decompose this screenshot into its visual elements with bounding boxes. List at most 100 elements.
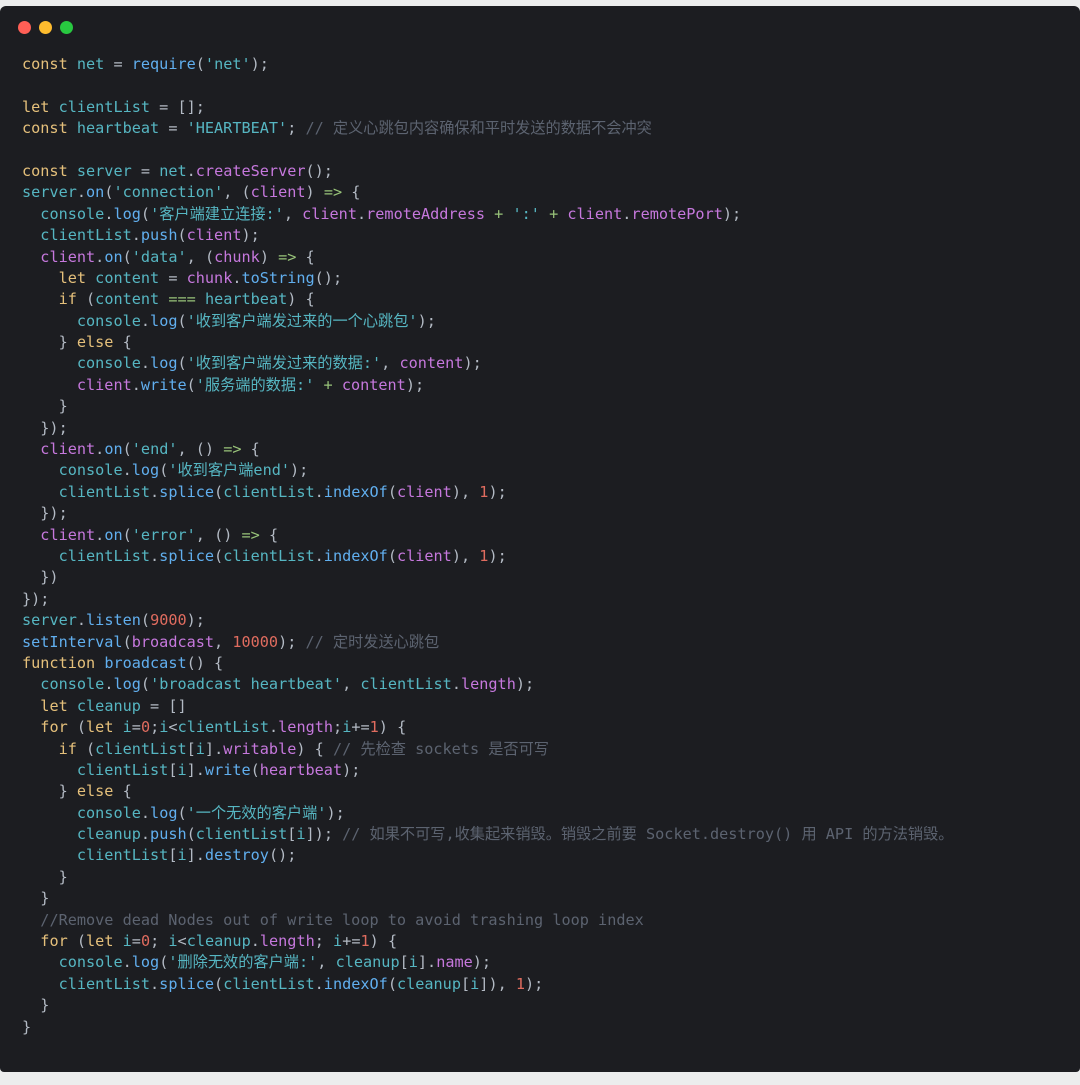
code-token-op: (	[159, 461, 169, 480]
code-token-var: cleanup	[76, 696, 141, 715]
code-token-kw: let	[22, 97, 50, 116]
code-token-fn: destroy	[204, 846, 269, 865]
code-token-kw: const	[22, 55, 68, 73]
code-token-op: = [];	[150, 97, 205, 116]
code-token-var: i	[408, 953, 418, 972]
code-editor-content[interactable]: const net = require('net'); let clientLi…	[0, 48, 1080, 1038]
code-token-op	[22, 697, 40, 715]
code-token-op: {	[241, 440, 260, 459]
code-token-kw: let	[40, 696, 68, 715]
code-token-op: <	[168, 718, 178, 737]
code-token-prop: length	[278, 718, 334, 737]
code-token-op: })	[22, 568, 59, 587]
code-token-prop: client	[302, 204, 357, 223]
code-token-op: .	[250, 932, 260, 951]
code-token-op: (	[214, 974, 224, 993]
code-token-prop: writable	[223, 739, 297, 758]
code-token-kw: for	[40, 718, 68, 737]
code-token-str: '收到客户端end'	[168, 461, 290, 480]
code-token-op: ,	[214, 632, 233, 651]
code-token-op	[540, 205, 549, 223]
code-line: const heartbeat = 'HEARTBEAT'; // 定义心跳包内…	[22, 118, 1080, 139]
code-token-op: );	[515, 675, 535, 694]
code-token-op: (	[76, 290, 96, 309]
minimize-button[interactable]	[39, 20, 52, 34]
code-token-op	[22, 825, 77, 843]
code-token-fn: write	[140, 375, 187, 394]
code-token-op: );	[241, 226, 260, 245]
code-token-op	[159, 290, 168, 308]
code-token-prop: length	[460, 675, 516, 694]
code-token-op: ].	[204, 739, 224, 758]
code-token-op: (	[177, 311, 187, 330]
code-token-kw: else	[76, 333, 114, 352]
code-token-op: =	[159, 119, 187, 138]
code-token-fn: log	[113, 675, 141, 694]
code-token-com: //Remove dead Nodes out of write loop to…	[40, 910, 644, 929]
code-token-str: 'HEARTBEAT'	[186, 119, 288, 138]
code-token-var: i	[296, 825, 306, 844]
code-token-op: ) {	[296, 739, 333, 758]
code-token-op: [	[287, 825, 297, 844]
code-token-var: console	[76, 311, 141, 330]
code-token-var: i	[122, 718, 132, 737]
code-token-op: ();	[314, 268, 343, 287]
code-token-prop: client	[396, 546, 452, 565]
code-token-op: =	[131, 932, 141, 951]
code-line: }	[22, 396, 1080, 417]
code-token-op: ].	[417, 953, 437, 972]
code-line: }	[22, 995, 1080, 1016]
code-token-prop: content	[341, 375, 406, 394]
code-token-op: .	[95, 440, 105, 459]
code-token-op: .	[451, 675, 461, 694]
code-token-op: (	[214, 482, 224, 501]
code-token-prop: client	[40, 440, 96, 459]
code-token-num: 10000	[232, 632, 279, 651]
code-token-fn: log	[131, 461, 160, 480]
code-token-op	[22, 526, 40, 544]
code-token-op: .	[140, 803, 151, 822]
code-token-op: {	[296, 247, 315, 266]
code-token-arrow: +	[549, 204, 559, 223]
code-token-op	[22, 226, 40, 244]
code-token-op: .	[232, 268, 242, 287]
code-token-op: .	[140, 354, 151, 373]
code-token-prop: client	[567, 204, 623, 223]
code-token-op	[22, 804, 77, 822]
code-token-var: console	[40, 675, 105, 694]
code-token-var: console	[58, 461, 123, 480]
code-token-num: 1	[360, 932, 370, 951]
code-token-op	[22, 376, 77, 394]
code-token-op	[68, 162, 77, 180]
code-line: } else {	[22, 332, 1080, 353]
code-token-op	[22, 483, 59, 501]
code-token-fn: on	[104, 525, 123, 544]
code-token-prop: heartbeat	[259, 760, 343, 779]
code-token-op: )	[305, 183, 324, 202]
code-token-op: (	[186, 375, 196, 394]
code-token-var: heartbeat	[76, 119, 160, 138]
code-token-op: .	[314, 974, 324, 993]
maximize-button[interactable]	[60, 20, 73, 34]
code-token-fn: indexOf	[323, 546, 388, 565]
code-token-op	[22, 547, 59, 565]
code-line: server.listen(9000);	[22, 610, 1080, 631]
code-token-op: ();	[268, 846, 297, 865]
code-token-op	[22, 975, 59, 993]
code-token-op: ]),	[479, 974, 516, 993]
code-token-var: i	[177, 760, 187, 779]
close-button[interactable]	[18, 20, 31, 34]
code-token-kw: if	[58, 739, 77, 758]
code-token-fn: push	[150, 825, 187, 844]
code-token-var: clientList	[360, 675, 452, 694]
code-line: });	[22, 503, 1080, 524]
code-token-op: .	[150, 482, 160, 501]
code-token-fn: log	[113, 204, 141, 223]
code-token-op: });	[22, 589, 50, 608]
window-titlebar[interactable]	[0, 6, 1080, 48]
code-line: console.log('删除无效的客户端:', cleanup[i].name…	[22, 952, 1080, 973]
code-token-op: );	[326, 803, 345, 822]
code-token-op	[22, 932, 40, 950]
code-token-var: i	[342, 718, 352, 737]
